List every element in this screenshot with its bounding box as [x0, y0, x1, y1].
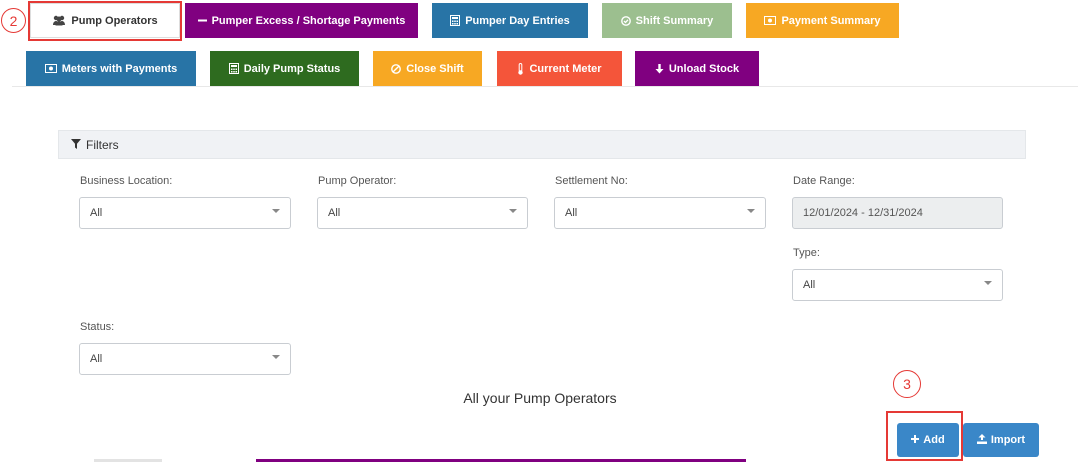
tab-label: Current Meter [529, 62, 602, 75]
tab-shift-summary[interactable]: Shift Summary [602, 3, 732, 38]
tab-label: Daily Pump Status [243, 62, 341, 75]
business-location-select[interactable]: All [79, 197, 291, 229]
annotation-marker-3: 3 [893, 370, 921, 398]
tab-label: Meters with Payments [61, 62, 178, 75]
tabs-divider [12, 86, 1078, 87]
tab-label: Shift Summary [635, 14, 714, 27]
tab-label: Unload Stock [668, 62, 740, 75]
tab-pumper-day-entries[interactable]: Pumper Day Entries [432, 3, 588, 38]
date-range-label: Date Range: [793, 175, 855, 187]
tab-payment-summary[interactable]: Payment Summary [746, 3, 899, 38]
filters-header[interactable]: Filters [58, 130, 1026, 159]
type-label: Type: [793, 247, 820, 259]
tab-label: Pumper Day Entries [465, 14, 570, 27]
tab-meters-with-payments[interactable]: Meters with Payments [26, 51, 196, 86]
chevron-down-icon [984, 281, 992, 285]
tab-label: Payment Summary [781, 14, 881, 27]
money-icon [44, 64, 57, 73]
tab-close-shift[interactable]: Close Shift [373, 51, 482, 86]
settlement-no-select[interactable]: All [554, 197, 766, 229]
type-select[interactable]: All [792, 269, 1003, 301]
calculator-icon [228, 63, 239, 74]
tab-current-meter[interactable]: Current Meter [497, 51, 622, 86]
tab-label: Close Shift [406, 62, 464, 75]
arrow-down-icon [655, 63, 664, 74]
status-label: Status: [80, 321, 115, 333]
minus-icon [197, 16, 207, 25]
chevron-down-icon [747, 209, 755, 213]
pump-operator-select[interactable]: All [317, 197, 528, 229]
check-circle-icon [620, 15, 631, 26]
import-button[interactable]: Import [963, 423, 1039, 457]
upload-icon [976, 433, 987, 447]
chevron-down-icon [509, 209, 517, 213]
chevron-down-icon [272, 209, 280, 213]
settlement-no-label: Settlement No: [555, 175, 628, 187]
tab-unload-stock[interactable]: Unload Stock [635, 51, 759, 86]
business-location-label: Business Location: [80, 175, 173, 187]
ban-icon [391, 63, 402, 74]
status-select[interactable]: All [79, 343, 291, 375]
tab-pumper-excess-shortage[interactable]: Pumper Excess / Shortage Payments [185, 3, 418, 38]
filter-icon [71, 138, 81, 152]
annotation-marker-2: 2 [1, 8, 26, 33]
pump-operator-label: Pump Operator: [318, 175, 397, 187]
money-icon [764, 16, 777, 25]
date-range-input[interactable]: 12/01/2024 - 12/31/2024 [792, 197, 1003, 229]
tab-daily-pump-status[interactable]: Daily Pump Status [210, 51, 359, 86]
filters-title: Filters [86, 137, 119, 152]
add-button[interactable]: Add [897, 423, 959, 457]
plus-icon [911, 434, 920, 446]
calculator-icon [450, 15, 461, 26]
annotation-box-tab [28, 1, 182, 41]
thermometer-icon [517, 62, 524, 75]
chevron-down-icon [272, 355, 280, 359]
tab-label: Pumper Excess / Shortage Payments [211, 14, 406, 27]
